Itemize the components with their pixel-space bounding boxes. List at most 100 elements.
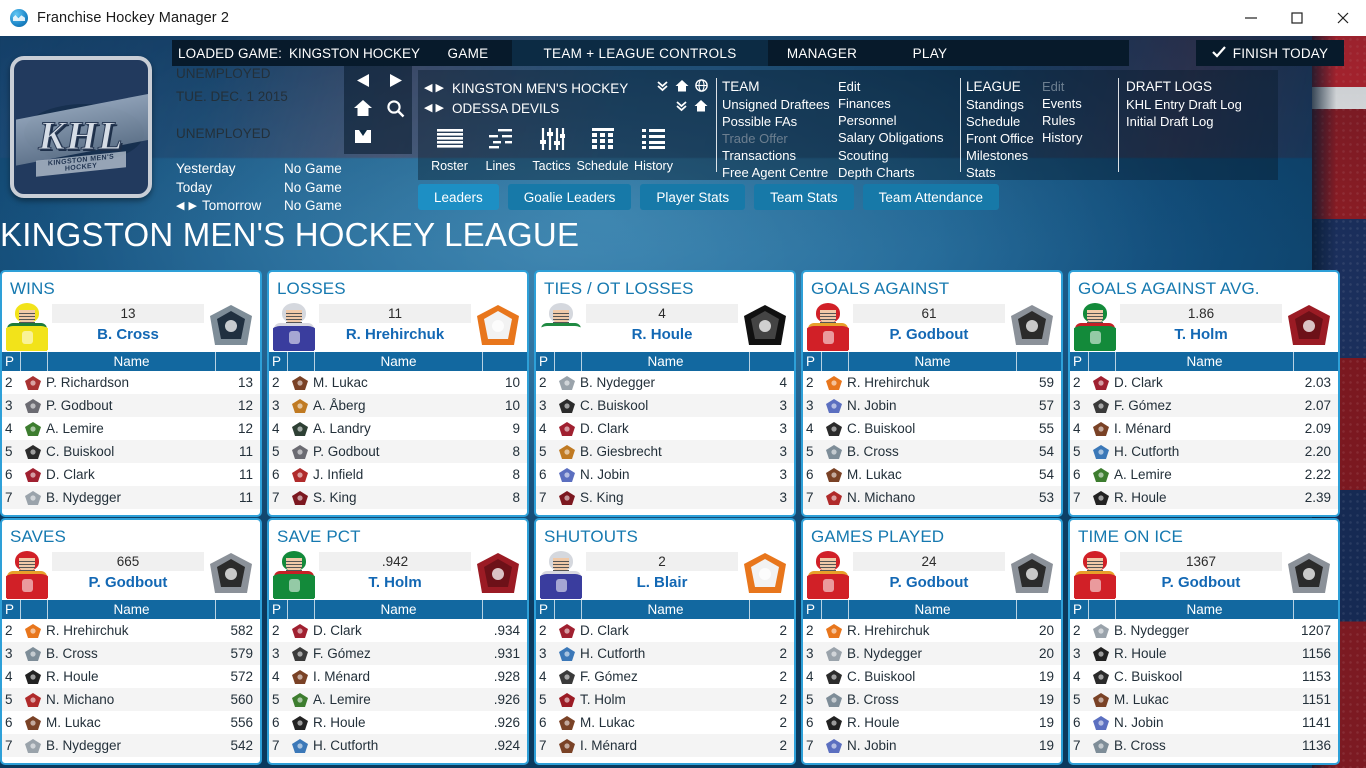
leader-name[interactable]: P. Godbout — [853, 572, 1005, 592]
leader-name[interactable]: B. Cross — [52, 324, 204, 344]
menu-item-personnel[interactable]: Personnel — [838, 112, 944, 129]
leader-name[interactable]: P. Godbout — [52, 572, 204, 592]
table-row[interactable]: 3 N. Jobin 57 — [803, 394, 1061, 417]
menu-item-events[interactable]: Events — [1042, 95, 1082, 112]
table-row[interactable]: 7 R. Houle 2.39 — [1070, 486, 1338, 509]
table-row[interactable]: 4 D. Clark 3 — [536, 417, 794, 440]
table-row[interactable]: 3 P. Godbout 12 — [2, 394, 260, 417]
table-row[interactable]: 6 R. Houle .926 — [269, 711, 527, 734]
tab-game[interactable]: GAME — [424, 40, 512, 66]
inbox-icon[interactable] — [348, 122, 378, 150]
table-row[interactable]: 6 J. Infield 8 — [269, 463, 527, 486]
home-icon[interactable] — [348, 94, 378, 122]
table-row[interactable]: 2 B. Nydegger 1207 — [1070, 619, 1338, 642]
table-row[interactable]: 7 B. Nydegger 542 — [2, 734, 260, 757]
table-row[interactable]: 5 M. Lukac 1151 — [1070, 688, 1338, 711]
tab-leaders[interactable]: Leaders — [418, 184, 499, 210]
table-row[interactable]: 2 D. Clark .934 — [269, 619, 527, 642]
tab-team-stats[interactable]: Team Stats — [754, 184, 854, 210]
home-icon[interactable] — [694, 99, 708, 117]
table-row[interactable]: 3 C. Buiskool 3 — [536, 394, 794, 417]
table-row[interactable]: 2 R. Hrehirchuk 582 — [2, 619, 260, 642]
menu-item-possible-fas[interactable]: Possible FAs — [722, 113, 830, 130]
leader-name[interactable]: R. Houle — [586, 324, 738, 344]
schedule-nav-arrows[interactable]: ◀ ▶ — [176, 201, 197, 212]
menu-item-unsigned-draftees[interactable]: Unsigned Draftees — [722, 96, 830, 113]
table-row[interactable]: 4 F. Gómez 2 — [536, 665, 794, 688]
leader-name[interactable]: P. Godbout — [853, 324, 1005, 344]
khl-team-logo[interactable]: KHL KINGSTON MEN'S HOCKEY — [10, 56, 152, 198]
tab-play[interactable]: PLAY — [876, 40, 984, 66]
table-row[interactable]: 5 B. Giesbrecht 3 — [536, 440, 794, 463]
table-row[interactable]: 6 A. Lemire 2.22 — [1070, 463, 1338, 486]
table-row[interactable]: 4 I. Ménard 2.09 — [1070, 417, 1338, 440]
table-row[interactable]: 7 B. Cross 1136 — [1070, 734, 1338, 757]
module-history[interactable]: History — [628, 122, 679, 173]
table-row[interactable]: 3 A. Åberg 10 — [269, 394, 527, 417]
leader-name[interactable]: T. Holm — [1120, 324, 1282, 344]
table-row[interactable]: 3 R. Houle 1156 — [1070, 642, 1338, 665]
table-row[interactable]: 6 N. Jobin 3 — [536, 463, 794, 486]
minimize-button[interactable] — [1228, 0, 1274, 36]
team-selector-row[interactable]: ◀ ▶ ODESSA DEVILS — [424, 98, 559, 118]
table-row[interactable]: 5 H. Cutforth 2.20 — [1070, 440, 1338, 463]
table-row[interactable]: 2 R. Hrehirchuk 20 — [803, 619, 1061, 642]
menu-item-history[interactable]: History — [1042, 129, 1082, 146]
table-row[interactable]: 4 C. Buiskool 55 — [803, 417, 1061, 440]
maximize-button[interactable] — [1274, 0, 1320, 36]
table-row[interactable]: 2 D. Clark 2.03 — [1070, 371, 1338, 394]
table-row[interactable]: 5 T. Holm 2 — [536, 688, 794, 711]
table-row[interactable]: 3 H. Cutforth 2 — [536, 642, 794, 665]
chevron-double-down-icon[interactable] — [675, 99, 688, 117]
table-row[interactable]: 7 S. King 3 — [536, 486, 794, 509]
menu-item-depth-charts[interactable]: Depth Charts — [838, 164, 944, 181]
table-row[interactable]: 7 H. Cutforth .924 — [269, 734, 527, 757]
table-row[interactable]: 3 F. Gómez 2.07 — [1070, 394, 1338, 417]
table-row[interactable]: 2 D. Clark 2 — [536, 619, 794, 642]
close-button[interactable] — [1320, 0, 1366, 36]
table-row[interactable]: 6 D. Clark 11 — [2, 463, 260, 486]
forward-arrow-icon[interactable] — [380, 66, 410, 94]
table-row[interactable]: 4 A. Landry 9 — [269, 417, 527, 440]
table-row[interactable]: 5 P. Godbout 8 — [269, 440, 527, 463]
leader-name[interactable]: T. Holm — [319, 572, 471, 592]
finish-today-button[interactable]: FINISH TODAY — [1196, 40, 1344, 66]
table-row[interactable]: 2 R. Hrehirchuk 59 — [803, 371, 1061, 394]
table-row[interactable]: 6 M. Lukac 2 — [536, 711, 794, 734]
menu-item-finances[interactable]: Finances — [838, 95, 944, 112]
table-row[interactable]: 4 A. Lemire 12 — [2, 417, 260, 440]
table-row[interactable]: 3 F. Gómez .931 — [269, 642, 527, 665]
table-row[interactable]: 7 N. Michano 53 — [803, 486, 1061, 509]
table-row[interactable]: 2 P. Richardson 13 — [2, 371, 260, 394]
menu-item-initial-draft-log[interactable]: Initial Draft Log — [1126, 113, 1242, 130]
menu-item-front-office[interactable]: Front Office — [966, 130, 1034, 147]
table-row[interactable]: 6 N. Jobin 1141 — [1070, 711, 1338, 734]
globe-icon[interactable] — [695, 79, 708, 97]
home-icon[interactable] — [675, 79, 689, 97]
table-row[interactable]: 4 R. Houle 572 — [2, 665, 260, 688]
table-row[interactable]: 6 M. Lukac 54 — [803, 463, 1061, 486]
menu-item-salary-obligations[interactable]: Salary Obligations — [838, 129, 944, 146]
table-row[interactable]: 5 C. Buiskool 11 — [2, 440, 260, 463]
menu-item-schedule[interactable]: Schedule — [966, 113, 1034, 130]
league-selector-row[interactable]: ◀▶ KINGSTON MEN'S HOCKEY LEA — [424, 78, 630, 98]
menu-item-khl-entry-draft-log[interactable]: KHL Entry Draft Log — [1126, 96, 1242, 113]
table-row[interactable]: 6 R. Houle 19 — [803, 711, 1061, 734]
leader-name[interactable]: L. Blair — [586, 572, 738, 592]
back-arrow-icon[interactable] — [348, 66, 378, 94]
chevron-double-down-icon[interactable] — [656, 79, 669, 97]
table-row[interactable]: 5 B. Cross 19 — [803, 688, 1061, 711]
menu-item-milestones[interactable]: Milestones — [966, 147, 1034, 164]
table-row[interactable]: 4 C. Buiskool 1153 — [1070, 665, 1338, 688]
table-row[interactable]: 3 B. Cross 579 — [2, 642, 260, 665]
tab-team-league-controls[interactable]: TEAM + LEAGUE CONTROLS — [512, 40, 768, 66]
module-roster[interactable]: Roster — [424, 122, 475, 173]
module-schedule[interactable]: Schedule — [576, 122, 629, 173]
table-row[interactable]: 7 I. Ménard 2 — [536, 734, 794, 757]
menu-item-stats[interactable]: Stats — [966, 164, 1034, 181]
leader-name[interactable]: R. Hrehirchuk — [319, 324, 471, 344]
table-row[interactable]: 6 M. Lukac 556 — [2, 711, 260, 734]
table-row[interactable]: 5 N. Michano 560 — [2, 688, 260, 711]
module-lines[interactable]: Lines — [475, 122, 526, 173]
menu-item-rules[interactable]: Rules — [1042, 112, 1082, 129]
